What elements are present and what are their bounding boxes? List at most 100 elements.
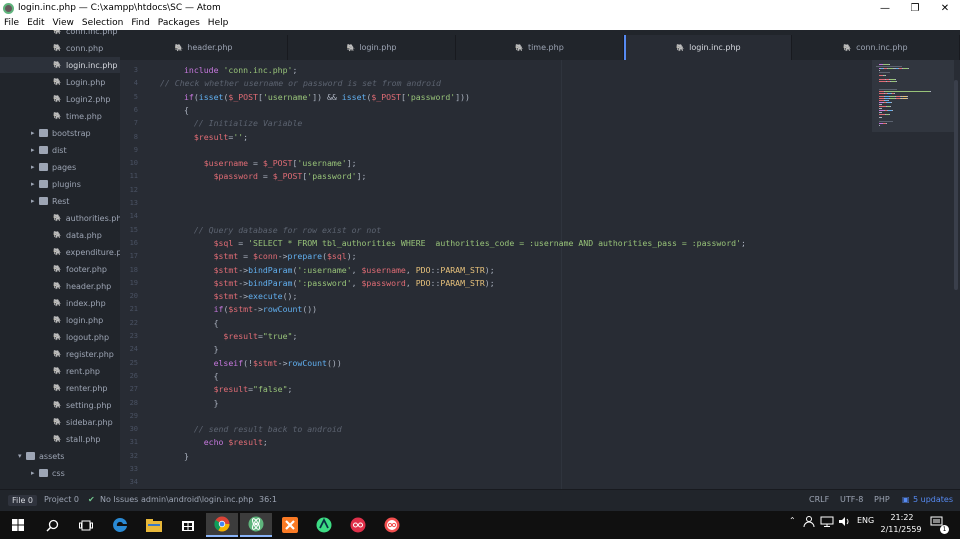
tree-item-pages[interactable]: ▸ pages <box>0 159 120 175</box>
tree-item-renter-php[interactable]: 🐘 renter.php <box>0 380 120 396</box>
menu-help[interactable]: Help <box>204 18 233 28</box>
chevron-right-icon[interactable]: ▸ <box>31 469 39 477</box>
tree-item-login-php[interactable]: 🐘 Login.php <box>0 74 120 90</box>
edge-browser-icon[interactable] <box>104 513 136 537</box>
tree-item-rent-php[interactable]: 🐘 rent.php <box>0 363 120 379</box>
chevron-right-icon[interactable]: ▸ <box>31 197 39 205</box>
title-bar: login.inc.php — C:\xampp\htdocs\SC — Ato… <box>0 0 960 16</box>
encoding[interactable]: UTF-8 <box>840 495 863 504</box>
menu-packages[interactable]: Packages <box>154 18 204 28</box>
xampp-icon[interactable] <box>274 513 306 537</box>
clock-time[interactable]: 21:22 <box>887 513 917 522</box>
file-explorer-icon[interactable] <box>138 513 170 537</box>
tree-item-conn-inc-php[interactable]: 🐘 conn.inc.php <box>0 30 120 39</box>
tree-item-footer-php[interactable]: 🐘 footer.php <box>0 261 120 277</box>
tree-item-setting-php[interactable]: 🐘 setting.php <box>0 397 120 413</box>
issues-status[interactable]: No Issues <box>100 495 138 504</box>
network-icon[interactable] <box>820 516 834 530</box>
tree-item-label: conn.php <box>66 43 104 53</box>
tray-overflow-icon[interactable]: ⌃ <box>789 516 796 525</box>
chevron-right-icon[interactable]: ▸ <box>31 180 39 188</box>
tree-item-index-php[interactable]: 🐘 index.php <box>0 295 120 311</box>
tree-item-dist[interactable]: ▸ dist <box>0 142 120 158</box>
code-token: $_POST <box>272 171 303 182</box>
cursor-position[interactable]: 36:1 <box>259 495 277 504</box>
code-token: ':username' <box>297 264 352 275</box>
android-studio-icon[interactable] <box>308 513 340 537</box>
people-icon[interactable] <box>803 516 815 530</box>
tree-item-css[interactable]: ▸ css <box>0 465 120 481</box>
menu-file[interactable]: File <box>0 18 23 28</box>
tab-login-inc-php[interactable]: 🐘 login.inc.php <box>624 35 792 60</box>
menu-selection[interactable]: Selection <box>78 18 127 28</box>
tab-conn-inc-php[interactable]: 🐘 conn.inc.php <box>792 35 960 60</box>
search-icon[interactable] <box>36 513 68 537</box>
code-editor[interactable]: 3 4 5 6 7 8 9 10 11 12 13 14 15 16 17 18 19 20 21 22 23 24 25 2… <box>120 60 870 489</box>
language-indicator[interactable]: ENG <box>857 516 874 525</box>
tree-item-logout-php[interactable]: 🐘 logout.php <box>0 329 120 345</box>
code-token: PDO <box>415 264 431 275</box>
line-number: 25 <box>129 358 138 367</box>
code-token: -> <box>238 291 249 302</box>
minimize-button[interactable]: — <box>870 3 900 14</box>
app-icon-red-1[interactable] <box>342 513 374 537</box>
code-token: ); <box>346 251 357 262</box>
tree-item-login-php[interactable]: 🐘 login.php <box>0 312 120 328</box>
tree-item-login-inc-php[interactable]: 🐘 login.inc.php <box>0 57 120 73</box>
store-icon[interactable] <box>172 513 204 537</box>
tree-item-conn-php[interactable]: 🐘 conn.php <box>0 40 120 56</box>
php-file-icon: 🐘 <box>53 30 62 35</box>
tree-item-stall-php[interactable]: 🐘 stall.php <box>0 431 120 447</box>
file-count-badge[interactable]: File 0 <box>8 495 38 506</box>
tree-item-plugins[interactable]: ▸ plugins <box>0 176 120 192</box>
chevron-right-icon[interactable]: ▸ <box>31 163 39 171</box>
updates-link[interactable]: 5 updates <box>913 495 953 504</box>
app-icon-red-2[interactable] <box>376 513 408 537</box>
close-button[interactable]: ✕ <box>930 3 960 14</box>
chrome-icon[interactable] <box>206 513 238 537</box>
line-ending[interactable]: CRLF <box>809 495 829 504</box>
tab-time-php[interactable]: 🐘 time.php <box>456 35 624 60</box>
menu-view[interactable]: View <box>49 18 78 28</box>
tree-item-rest[interactable]: ▸ Rest <box>0 193 120 209</box>
grammar[interactable]: PHP <box>874 495 890 504</box>
code-line: $stmt->bindParam(':password', $password,… <box>184 278 495 288</box>
chevron-down-icon[interactable]: ▾ <box>18 452 26 460</box>
menu-edit[interactable]: Edit <box>23 18 48 28</box>
vertical-scrollbar[interactable] <box>954 80 958 290</box>
tree-item-time-php[interactable]: 🐘 time.php <box>0 108 120 124</box>
code-token: PDO <box>415 277 431 288</box>
project-count[interactable]: Project 0 <box>44 495 79 504</box>
tree-item-register-php[interactable]: 🐘 register.php <box>0 346 120 362</box>
tree-item-assets[interactable]: ▾ assets <box>0 448 120 464</box>
code-token: $conn <box>253 251 278 262</box>
maximize-button[interactable]: ❐ <box>900 3 930 14</box>
php-file-icon: 🐘 <box>53 282 62 290</box>
code-token: 'SELECT * FROM tbl_authorities WHERE aut… <box>248 237 742 248</box>
tab-login-php[interactable]: 🐘 login.php <box>288 35 456 60</box>
chevron-right-icon[interactable]: ▸ <box>31 129 39 137</box>
atom-taskbar-icon[interactable] <box>240 513 272 537</box>
file-path[interactable]: admin\android\login.inc.php <box>141 495 253 504</box>
menu-find[interactable]: Find <box>127 18 153 28</box>
tree-item-authorities-php[interactable]: 🐘authorities.php <box>0 210 120 226</box>
chevron-right-icon[interactable]: ▸ <box>31 146 39 154</box>
tree-item-header-php[interactable]: 🐘 header.php <box>0 278 120 294</box>
tree-item-data-php[interactable]: 🐘 data.php <box>0 227 120 243</box>
code-line: $stmt = $conn->prepare($sql); <box>184 251 357 261</box>
code-token: $stmt <box>184 277 239 288</box>
tree-item-login2-php[interactable]: 🐘 Login2.php <box>0 91 120 107</box>
tree-item-label: data.php <box>66 230 102 240</box>
line-number: 8 <box>133 132 138 141</box>
windows-start-icon[interactable] <box>2 513 34 537</box>
clock-date[interactable]: 2/11/2559 <box>880 525 922 534</box>
minimap[interactable] <box>870 60 960 489</box>
tree-item-sidebar-php[interactable]: 🐘 sidebar.php <box>0 414 120 430</box>
tree-item-expenditure-php[interactable]: 🐘expenditure.php <box>0 244 120 260</box>
tab-header-php[interactable]: 🐘 header.php <box>120 35 288 60</box>
tree-item-bootstrap[interactable]: ▸ bootstrap <box>0 125 120 141</box>
volume-icon[interactable] <box>838 516 851 530</box>
code-token: ])) <box>455 91 470 102</box>
task-view-icon[interactable] <box>70 513 102 537</box>
code-token: = <box>248 158 263 169</box>
